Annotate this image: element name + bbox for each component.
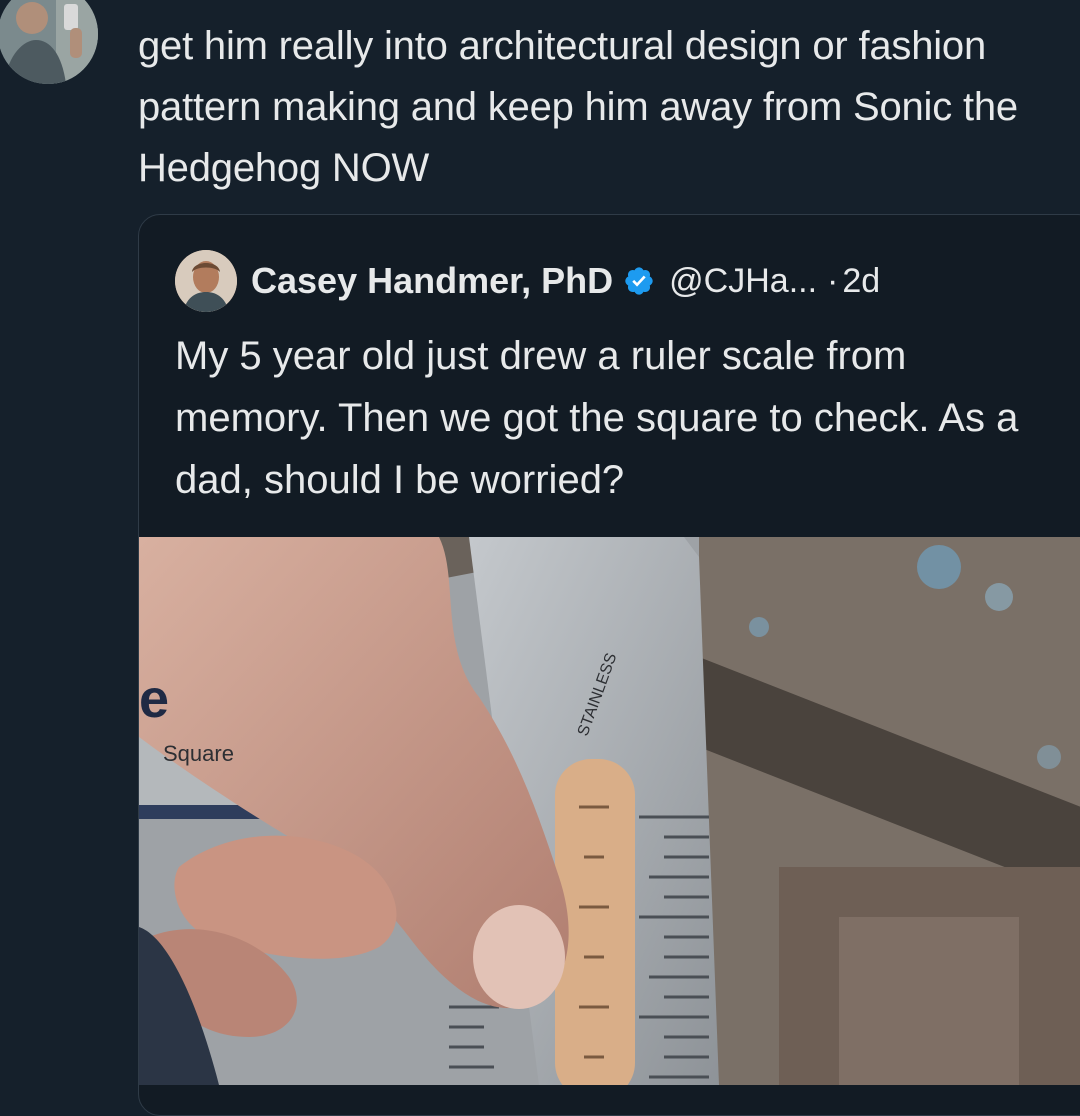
tweet-text: get him really into architectural design… <box>138 24 1018 190</box>
header-separator: · <box>827 261 839 300</box>
author-avatar[interactable] <box>0 0 98 84</box>
verified-badge-icon <box>625 267 653 295</box>
brand-label: e <box>139 669 169 729</box>
square-label: Square <box>163 741 234 766</box>
quoted-tweet-photo[interactable]: Square e STAINLESS <box>139 537 1080 1085</box>
quoted-tweet-timestamp[interactable]: 2d <box>842 262 880 301</box>
quoted-tweet-text: My 5 year old just drew a ruler scale fr… <box>175 334 1019 502</box>
quoted-author-avatar[interactable] <box>175 250 237 312</box>
quoted-author-name[interactable]: Casey Handmer, PhD <box>251 260 613 302</box>
author-avatar-image <box>0 0 98 84</box>
ruler-photo-illustration: Square e STAINLESS <box>139 537 1080 1085</box>
quoted-tweet-header: Casey Handmer, PhD @CJHa... · 2d <box>175 249 880 313</box>
quoted-author-avatar-image <box>175 250 237 312</box>
quoted-author-handle[interactable]: @CJHa... <box>669 262 817 301</box>
quoted-tweet-card[interactable]: Casey Handmer, PhD @CJHa... · 2d My 5 ye… <box>138 214 1080 1116</box>
